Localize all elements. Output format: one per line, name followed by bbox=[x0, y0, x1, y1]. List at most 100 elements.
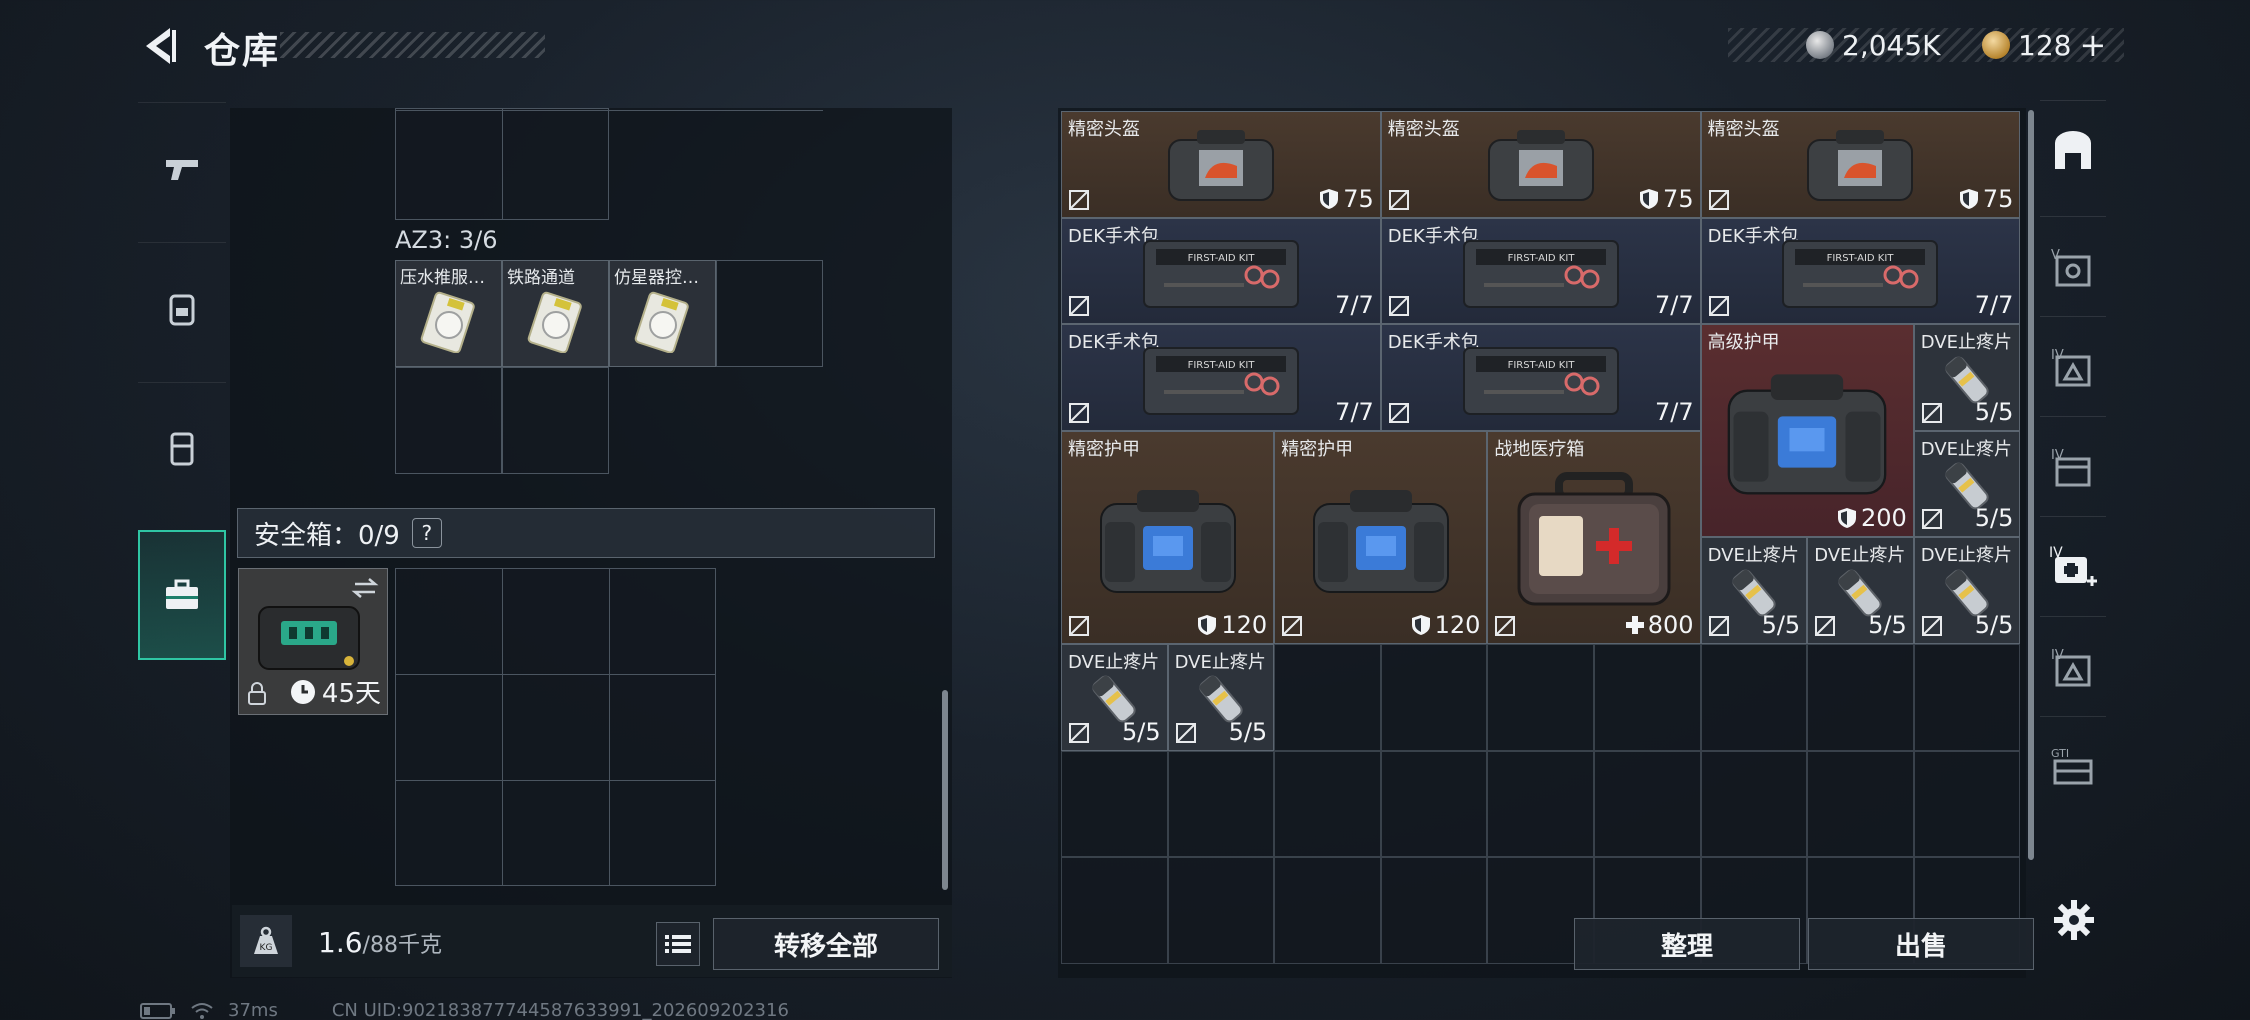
stash-item-armor[interactable]: 精密护甲 120 bbox=[1274, 430, 1488, 644]
back-button[interactable] bbox=[136, 22, 184, 70]
stash-item-helmet[interactable]: 精密头盔 75 bbox=[1700, 111, 2021, 218]
rnav-case-iv[interactable]: IV bbox=[2040, 316, 2106, 416]
list-view-button[interactable] bbox=[656, 922, 700, 966]
pistol-icon bbox=[166, 159, 198, 180]
safe-case-item[interactable]: 45天 bbox=[238, 568, 388, 715]
silver-currency: 2,045K bbox=[1806, 28, 1941, 62]
item-value-text: 120 bbox=[1434, 610, 1481, 639]
settings-button[interactable] bbox=[2052, 898, 2096, 942]
title-stripe bbox=[280, 32, 545, 58]
empty-stash-slot[interactable] bbox=[1380, 750, 1488, 858]
empty-stash-slot[interactable] bbox=[1167, 857, 1275, 964]
add-currency-button[interactable]: + bbox=[2079, 26, 2106, 64]
sell-button[interactable]: 出售 bbox=[1808, 918, 2034, 970]
item-value: 75 bbox=[1639, 185, 1694, 213]
gti-case-icon: GTI bbox=[2051, 747, 2093, 784]
container-scrollbar[interactable] bbox=[942, 690, 948, 890]
stash-item-armor[interactable]: 精密护甲 120 bbox=[1061, 430, 1275, 644]
transfer-all-button[interactable]: 转移全部 bbox=[713, 918, 939, 970]
empty-stash-slot[interactable] bbox=[1487, 750, 1594, 858]
item-value-text: 7/7 bbox=[1654, 291, 1694, 320]
vest-icon bbox=[170, 432, 194, 465]
safebox-grid[interactable] bbox=[395, 568, 716, 886]
rnav-stash[interactable] bbox=[2040, 100, 2106, 200]
empty-slot[interactable] bbox=[716, 260, 823, 367]
clock-icon bbox=[290, 679, 315, 704]
stash-item-kit[interactable]: DEK手术包 FIRST-AID KIT 7/7 bbox=[1061, 217, 1381, 325]
no-transfer-icon bbox=[1815, 615, 1836, 636]
stash-item-kit[interactable]: DEK手术包 FIRST-AID KIT 7/7 bbox=[1380, 324, 1701, 431]
nav-backpack[interactable] bbox=[138, 242, 226, 372]
empty-stash-slot[interactable] bbox=[1380, 857, 1488, 964]
helmet-icon bbox=[1807, 130, 1914, 202]
empty-slot[interactable] bbox=[395, 367, 502, 474]
item-value-text: 5/5 bbox=[1121, 717, 1161, 746]
empty-stash-slot[interactable] bbox=[1594, 750, 1701, 858]
empty-stash-slot[interactable] bbox=[1807, 750, 1914, 858]
no-transfer-icon bbox=[1175, 722, 1196, 743]
empty-stash-slot[interactable] bbox=[1487, 644, 1594, 751]
grid-divider bbox=[502, 568, 503, 886]
az3-item[interactable]: 铁路通道 bbox=[502, 260, 609, 367]
item-value-text: 75 bbox=[1343, 184, 1374, 213]
nav-vest[interactable] bbox=[138, 382, 226, 512]
gold-currency[interactable]: 128 + bbox=[1982, 26, 2106, 64]
armor-bag-icon bbox=[1727, 374, 1887, 495]
stash-item-pill[interactable]: DVE止疼片 5/5 bbox=[1807, 537, 1914, 644]
rnav-box-iv[interactable]: IV bbox=[2040, 416, 2106, 516]
stash-item-helmet[interactable]: 精密头盔 75 bbox=[1061, 111, 1381, 218]
sort-button[interactable]: 整理 bbox=[1574, 918, 1800, 970]
stash-item-kit[interactable]: DEK手术包 FIRST-AID KIT 7/7 bbox=[1380, 217, 1701, 325]
nav-safebox[interactable] bbox=[138, 530, 226, 660]
empty-stash-slot[interactable] bbox=[1594, 644, 1701, 751]
nav-weapon[interactable] bbox=[138, 102, 226, 232]
no-transfer-icon bbox=[1388, 296, 1409, 317]
gold-coin-icon bbox=[1982, 31, 2010, 59]
rnav-medical-iv[interactable]: IV bbox=[2040, 516, 2106, 616]
no-transfer-icon bbox=[1069, 189, 1089, 210]
durability-shield-icon bbox=[1959, 188, 1978, 209]
surgical-kit-icon: FIRST-AID KIT bbox=[1782, 239, 1939, 308]
stash-item-medbox[interactable]: 战地医疗箱 800 bbox=[1487, 430, 1701, 644]
svg-text:FIRST-AID KIT: FIRST-AID KIT bbox=[1187, 253, 1255, 264]
az3-item[interactable]: 仿星器控… bbox=[609, 260, 716, 367]
stash-item-pill[interactable]: DVE止疼片 5/5 bbox=[1700, 537, 1808, 644]
empty-stash-slot[interactable] bbox=[1380, 644, 1488, 751]
surgical-kit-icon: FIRST-AID KIT bbox=[1462, 239, 1619, 308]
empty-stash-slot[interactable] bbox=[1061, 857, 1168, 964]
swap-icon[interactable] bbox=[351, 577, 379, 599]
item-value: 75 bbox=[1319, 185, 1374, 213]
empty-stash-slot[interactable] bbox=[1700, 750, 1808, 858]
item-value-text: 7/7 bbox=[1654, 397, 1694, 426]
stash-item-pill[interactable]: DVE止疼片 5/5 bbox=[1061, 644, 1168, 751]
empty-stash-slot[interactable] bbox=[1700, 644, 1808, 751]
stash-item-kit[interactable]: DEK手术包 FIRST-AID KIT 7/7 bbox=[1700, 217, 2021, 325]
empty-stash-slot[interactable] bbox=[1913, 750, 2021, 858]
stash-item-pill[interactable]: DVE止疼片 5/5 bbox=[1913, 324, 2021, 431]
stash-item-pill[interactable]: DVE止疼片 5/5 bbox=[1913, 537, 2021, 644]
empty-stash-slot[interactable] bbox=[1061, 750, 1168, 858]
tier-iv-case-2-icon: IV bbox=[2051, 648, 2091, 686]
empty-stash-slot[interactable] bbox=[1274, 857, 1381, 964]
az3-item[interactable]: 压水推服… bbox=[395, 260, 502, 367]
empty-stash-slot[interactable] bbox=[1167, 750, 1275, 858]
durability-shield-icon bbox=[1837, 508, 1856, 529]
stash-item-armor-adv[interactable]: 高级护甲 200 bbox=[1700, 324, 1914, 538]
empty-stash-slot[interactable] bbox=[1274, 750, 1381, 858]
empty-stash-slot[interactable] bbox=[1913, 644, 2021, 751]
item-value: 5/5 bbox=[1868, 611, 1907, 639]
empty-stash-slot[interactable] bbox=[1807, 644, 1914, 751]
empty-slot[interactable] bbox=[502, 367, 609, 474]
stash-item-pill[interactable]: DVE止疼片 5/5 bbox=[1913, 430, 2021, 538]
stash-item-pill[interactable]: DVE止疼片 5/5 bbox=[1167, 644, 1275, 751]
stash-item-helmet[interactable]: 精密头盔 75 bbox=[1380, 111, 1701, 218]
help-button[interactable]: ? bbox=[411, 518, 442, 548]
item-label: 压水推服… bbox=[400, 268, 485, 288]
rnav-gti-case[interactable]: GTI bbox=[2040, 716, 2106, 816]
no-transfer-icon bbox=[1282, 615, 1303, 636]
stash-item-kit[interactable]: DEK手术包 FIRST-AID KIT 7/7 bbox=[1061, 324, 1381, 431]
rnav-case-v[interactable]: V bbox=[2040, 216, 2106, 316]
rnav-case-iv-2[interactable]: IV bbox=[2040, 616, 2106, 716]
stash-scrollbar[interactable] bbox=[2028, 110, 2034, 860]
empty-stash-slot[interactable] bbox=[1274, 644, 1381, 751]
